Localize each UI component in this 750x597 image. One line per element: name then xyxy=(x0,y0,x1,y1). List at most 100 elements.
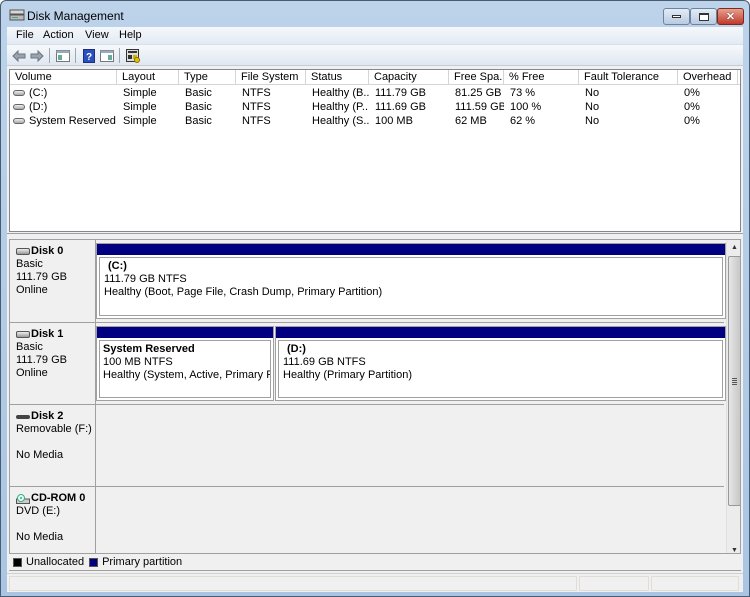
disk-state: No Media xyxy=(16,449,64,461)
forward-button[interactable] xyxy=(28,47,46,64)
toolbar: ? xyxy=(7,45,743,66)
disk-management-app-icon xyxy=(9,9,25,21)
volume-icon xyxy=(13,90,25,97)
maximize-button[interactable] xyxy=(690,8,717,25)
cell-fault-tolerance: No xyxy=(585,87,600,99)
menu-help[interactable]: Help xyxy=(119,29,142,41)
disk-row-disk-1: Disk 1 Basic 111.79 GB Online System Res… xyxy=(10,323,726,405)
column-header-layout[interactable]: Layout xyxy=(117,70,179,85)
disk-management-window: Disk Management ✕ File Action View Help … xyxy=(0,0,750,597)
partition-filesystem: 111.79 GB NTFS xyxy=(104,273,187,285)
disk-state: No Media xyxy=(16,531,64,543)
disk-name: Disk 2 xyxy=(16,410,95,423)
properties-button[interactable] xyxy=(124,47,142,64)
cell-layout: Simple xyxy=(123,115,157,127)
show-hide-action-pane-button[interactable] xyxy=(98,47,116,64)
volume-icon xyxy=(13,104,25,111)
maximize-icon xyxy=(698,12,709,21)
partition-title: (C:) xyxy=(108,260,127,272)
arrow-left-icon xyxy=(12,49,26,62)
partition-details: System Reserved 100 MB NTFS Healthy (Sys… xyxy=(99,340,271,398)
cell-type: Basic xyxy=(185,87,212,99)
column-header-status[interactable]: Status xyxy=(306,70,369,85)
status-pane-main xyxy=(9,576,577,591)
scroll-up-button[interactable]: ▲ xyxy=(727,240,740,255)
volume-row[interactable]: (D:) Simple Basic NTFS Healthy (P... 111.69 G… xyxy=(10,100,740,114)
partition-system-reserved[interactable]: System Reserved 100 MB NTFS Healthy (Sys… xyxy=(96,326,274,401)
removable-disk-icon xyxy=(16,414,30,419)
partition-filesystem: 100 MB NTFS xyxy=(103,356,173,368)
column-header-file-system[interactable]: File System xyxy=(236,70,306,85)
arrow-right-icon xyxy=(30,49,44,62)
client-area: File Action View Help ? Volume Layout Ty… xyxy=(7,27,743,592)
partition-d[interactable]: (D:) 111.69 GB NTFS Healthy (Primary Par… xyxy=(275,326,726,401)
show-hide-console-tree-button[interactable] xyxy=(54,47,72,64)
help-button[interactable]: ? xyxy=(80,47,98,64)
cell-capacity: 100 MB xyxy=(375,115,413,127)
primary-partition-bar xyxy=(97,244,725,255)
cell-layout: Simple xyxy=(123,87,157,99)
column-header-capacity[interactable]: Capacity xyxy=(369,70,449,85)
menu-action[interactable]: Action xyxy=(43,29,74,41)
console-tree-icon xyxy=(56,49,70,62)
volume-row[interactable]: System Reserved Simple Basic NTFS Healthy (S… xyxy=(10,114,740,128)
column-header-volume[interactable]: Volume xyxy=(10,70,117,85)
cell-file-system: NTFS xyxy=(242,115,271,127)
back-button[interactable] xyxy=(10,47,28,64)
legend-label: Primary partition xyxy=(102,556,183,568)
legend-item-unallocated: Unallocated xyxy=(13,556,84,568)
cell-fault-tolerance: No xyxy=(585,115,600,127)
legend-bar: Unallocated Primary partition xyxy=(9,553,741,571)
disk-label[interactable]: CD-ROM 0 DVD (E:) No Media xyxy=(10,487,96,558)
column-header-free-space[interactable]: Free Spa... xyxy=(449,70,504,85)
cell-layout: Simple xyxy=(123,101,157,113)
partition-c[interactable]: (C:) 111.79 GB NTFS Healthy (Boot, Page … xyxy=(96,243,726,319)
cell-file-system: NTFS xyxy=(242,87,271,99)
legend-item-primary-partition: Primary partition xyxy=(89,556,182,568)
volume-icon xyxy=(13,118,25,125)
toolbar-separator xyxy=(75,48,76,63)
partition-title: (D:) xyxy=(287,343,306,355)
volume-row[interactable]: (C:) Simple Basic NTFS Healthy (B... 111.79 G… xyxy=(10,86,740,100)
minimize-icon xyxy=(672,15,681,18)
unallocated-swatch xyxy=(13,557,22,567)
cell-capacity: 111.79 GB xyxy=(375,87,426,99)
cell-status: Healthy (S... xyxy=(312,115,369,127)
arrow-up-icon: ▲ xyxy=(731,244,738,251)
disk-state: Online xyxy=(16,284,48,296)
scrollbar-thumb[interactable] xyxy=(728,256,740,506)
partition-title: System Reserved xyxy=(103,343,195,355)
partition-details: (D:) 111.69 GB NTFS Healthy (Primary Par… xyxy=(278,340,723,398)
help-icon: ? xyxy=(83,48,95,63)
disk-type: DVD (E:) xyxy=(16,505,60,517)
menu-file[interactable]: File xyxy=(16,29,34,41)
disk-name: Disk 1 xyxy=(16,328,95,341)
status-pane-tertiary xyxy=(651,576,739,591)
partition-status: Healthy (System, Active, Primary Partit xyxy=(103,369,270,381)
partition-status: Healthy (Boot, Page File, Crash Dump, Pr… xyxy=(104,286,383,298)
disk-label[interactable]: Disk 1 Basic 111.79 GB Online xyxy=(10,323,96,405)
volume-list-header: Volume Layout Type File System Status Ca… xyxy=(10,70,740,85)
disk-size: 111.79 GB xyxy=(16,354,67,366)
menu-view[interactable]: View xyxy=(85,29,109,41)
disk-label[interactable]: Disk 0 Basic 111.79 GB Online xyxy=(10,240,96,323)
disk-partitions-area: System Reserved 100 MB NTFS Healthy (Sys… xyxy=(96,323,726,405)
cell-status: Healthy (P... xyxy=(312,101,369,113)
disk-empty-area xyxy=(96,405,724,487)
disk-type: Basic xyxy=(16,341,43,353)
column-header-percent-free[interactable]: % Free xyxy=(504,70,579,85)
column-header-fault-tolerance[interactable]: Fault Tolerance xyxy=(579,70,678,85)
cd-rom-drive-icon xyxy=(16,493,30,504)
cell-fault-tolerance: No xyxy=(585,101,600,113)
disk-pane-vertical-scrollbar[interactable]: ▲ ▼ xyxy=(726,240,740,558)
partition-details: (C:) 111.79 GB NTFS Healthy (Boot, Page … xyxy=(99,257,723,316)
status-pane-secondary xyxy=(579,576,649,591)
cell-percent-free: 73 % xyxy=(510,87,536,99)
column-header-type[interactable]: Type xyxy=(179,70,236,85)
minimize-button[interactable] xyxy=(663,8,690,25)
column-header-overhead[interactable]: Overhead xyxy=(678,70,738,85)
cell-status: Healthy (B... xyxy=(312,87,369,99)
disk-label[interactable]: Disk 2 Removable (F:) No Media xyxy=(10,405,96,487)
properties-icon xyxy=(126,48,140,63)
close-button[interactable]: ✕ xyxy=(717,8,744,25)
